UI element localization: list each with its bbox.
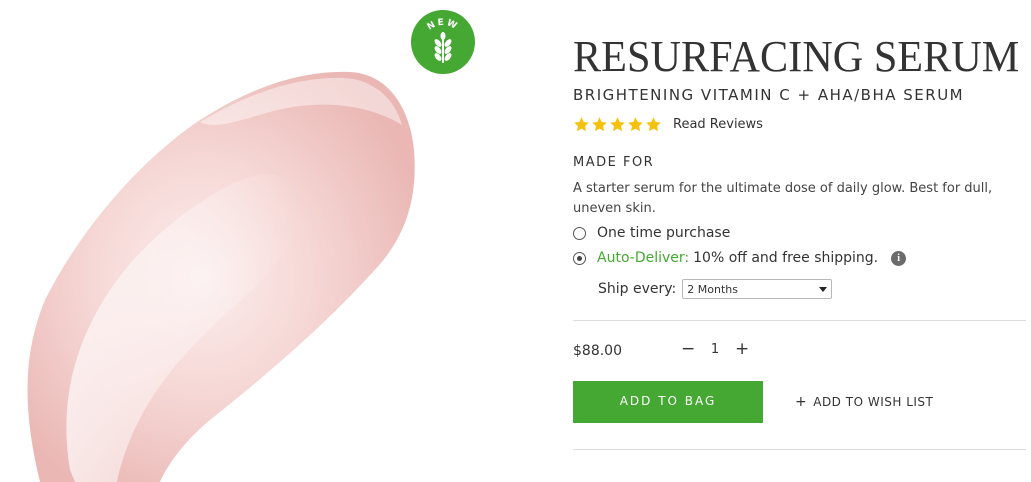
divider [573, 449, 1026, 450]
star-icon [610, 116, 625, 131]
divider [573, 320, 1026, 321]
product-price: $88.00 [573, 343, 622, 359]
one-time-purchase-label: One time purchase [597, 225, 731, 241]
add-to-bag-button[interactable]: ADD TO BAG [573, 381, 763, 423]
made-for-heading: MADE FOR [573, 155, 655, 170]
made-for-text: A starter serum for the ultimate dose of… [573, 181, 993, 216]
info-icon[interactable]: i [891, 250, 907, 266]
quantity-increase-button[interactable]: + [735, 340, 749, 358]
star-icon [628, 116, 643, 131]
ship-every-row: Ship every: 2 Months [598, 279, 833, 299]
ship-every-label: Ship every: [598, 281, 677, 297]
rating-stars [573, 116, 662, 133]
one-time-purchase-radio[interactable] [573, 226, 586, 240]
product-info-panel: RESURFACING SERUM BRIGHTENING VITAMIN C … [573, 0, 1028, 482]
auto-deliver-option[interactable]: Auto-Deliver: 10% off and free shipping.… [573, 250, 907, 266]
star-icon [574, 116, 589, 131]
star-icon [646, 116, 661, 131]
quantity-decrease-button[interactable]: − [681, 340, 695, 358]
auto-deliver-description: 10% off and free shipping. [693, 250, 879, 266]
wish-list-label: ADD TO WISH LIST [813, 395, 934, 409]
one-time-purchase-option[interactable]: One time purchase [573, 225, 730, 241]
product-title: RESURFACING SERUM [573, 32, 1020, 81]
ship-every-select[interactable]: 2 Months [682, 279, 833, 299]
chevron-down-icon [819, 287, 828, 292]
auto-deliver-radio[interactable] [573, 251, 586, 265]
auto-deliver-label: Auto-Deliver: [597, 250, 690, 266]
ship-every-value: 2 Months [687, 282, 738, 296]
product-subtitle: BRIGHTENING VITAMIN C + AHA/BHA SERUM [573, 86, 965, 104]
star-icon [592, 116, 607, 131]
product-rating: Read Reviews [573, 113, 763, 135]
add-to-wish-list-link[interactable]: + ADD TO WISH LIST [795, 394, 933, 410]
read-reviews-link[interactable]: Read Reviews [673, 117, 763, 132]
quantity-stepper: − 1 + [681, 340, 749, 358]
new-badge: NEW [411, 10, 475, 74]
plus-icon: + [795, 394, 808, 410]
quantity-value[interactable]: 1 [695, 342, 735, 357]
